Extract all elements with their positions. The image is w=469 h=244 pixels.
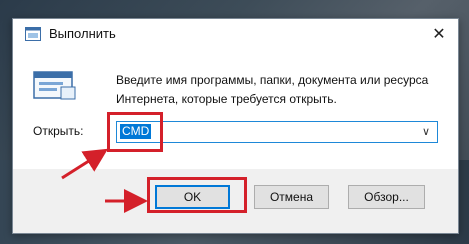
window-title: Выполнить [49,26,116,41]
cancel-button[interactable]: Отмена [254,185,329,209]
open-label: Открыть: [33,124,84,138]
instructions-line-1: Введите имя программы, папки, документа … [116,73,429,87]
instructions-text: Введите имя программы, папки, документа … [116,71,446,109]
title-bar: Выполнить ✕ [13,19,458,49]
open-input-value[interactable]: CMD [120,124,152,139]
close-button[interactable]: ✕ [424,21,454,47]
run-app-icon [25,27,41,41]
close-icon: ✕ [432,26,446,43]
chevron-down-icon[interactable]: ∨ [418,123,434,141]
run-dialog: Выполнить ✕ Введите имя программы, папки… [12,18,459,234]
open-combobox[interactable]: CMD ∨ [116,121,438,143]
run-program-icon [33,71,76,100]
browse-button[interactable]: Обзор... [348,185,425,209]
instructions-line-2: Интернета, которые требуется открыть. [116,92,337,106]
ok-button[interactable]: OK [155,185,230,209]
